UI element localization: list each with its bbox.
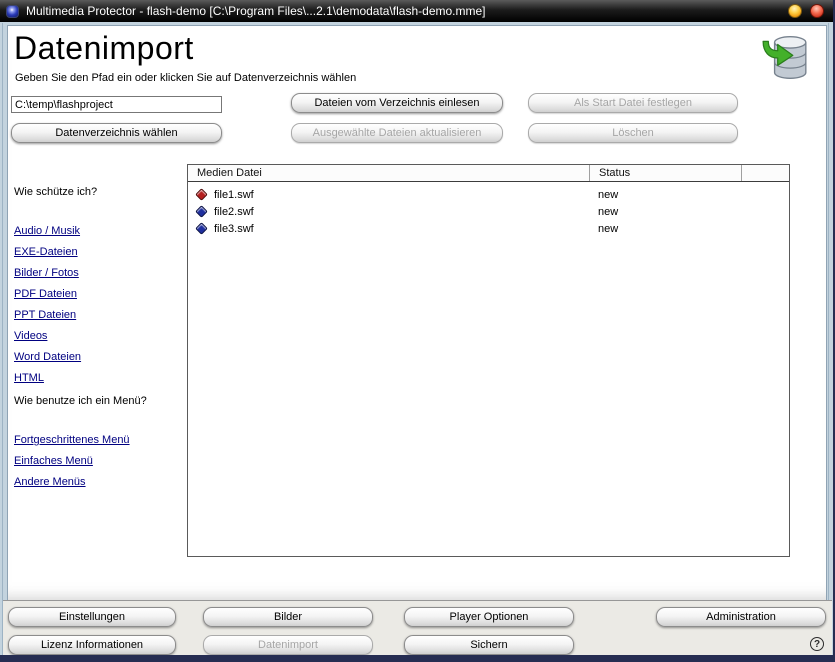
media-file-table: Medien Datei Status file1.swf new file2.… xyxy=(187,164,790,557)
choose-directory-button[interactable]: Datenverzeichnis wählen xyxy=(11,123,222,143)
sidebar-link-audio-musik[interactable]: Audio / Musik xyxy=(14,225,186,237)
sidebar-heading-protect: Wie schütze ich? xyxy=(14,186,98,198)
file-cell: file3.swf xyxy=(188,222,589,235)
table-row[interactable]: file2.swf new xyxy=(188,203,789,220)
status-cell: new xyxy=(598,188,619,201)
column-header-status[interactable]: Status xyxy=(589,165,741,181)
sidebar-link-exe-dateien[interactable]: EXE-Dateien xyxy=(14,246,186,258)
file-name: file2.swf xyxy=(214,205,254,218)
page-subtitle: Geben Sie den Pfad ein oder klicken Sie … xyxy=(15,72,357,84)
window-frame-left xyxy=(2,23,3,655)
sidebar-link-videos[interactable]: Videos xyxy=(14,330,186,342)
file-cell: file2.swf xyxy=(188,205,589,218)
minimize-button[interactable] xyxy=(788,4,802,18)
window-edge-bottom xyxy=(0,655,835,662)
table-header-row: Medien Datei Status xyxy=(188,165,789,182)
sidebar-heading-menu: Wie benutze ich ein Menü? xyxy=(14,395,147,407)
sidebar-link-fortgeschrittenes-menu[interactable]: Fortgeschrittenes Menü xyxy=(14,434,186,446)
titlebar: Multimedia Protector - flash-demo [C:\Pr… xyxy=(0,0,835,22)
app-logo-icon xyxy=(6,4,19,18)
delete-button[interactable]: Löschen xyxy=(528,123,738,143)
license-information-button[interactable]: Lizenz Informationen xyxy=(8,635,176,655)
path-input[interactable] xyxy=(11,96,222,113)
table-body: file1.swf new file2.swf new file3.swf ne… xyxy=(188,182,789,237)
status-cell: new xyxy=(598,205,619,218)
dataimport-button[interactable]: Datenimport xyxy=(203,635,373,655)
help-icon[interactable]: ? xyxy=(810,637,824,651)
column-header-extra[interactable] xyxy=(741,165,789,181)
status-cell: new xyxy=(598,222,619,235)
footer-navigation: Einstellungen Bilder Player Optionen Adm… xyxy=(3,600,832,655)
close-button[interactable] xyxy=(810,4,824,18)
settings-button[interactable]: Einstellungen xyxy=(8,607,176,627)
administration-button[interactable]: Administration xyxy=(656,607,826,627)
column-header-media-file[interactable]: Medien Datei xyxy=(188,165,589,181)
file-name: file3.swf xyxy=(214,222,254,235)
sidebar-link-einfaches-menu[interactable]: Einfaches Menü xyxy=(14,455,186,467)
file-name: file1.swf xyxy=(214,188,254,201)
set-start-file-button[interactable]: Als Start Datei festlegen xyxy=(528,93,738,113)
file-diamond-icon xyxy=(195,205,208,218)
table-row[interactable]: file3.swf new xyxy=(188,220,789,237)
app-window: Multimedia Protector - flash-demo [C:\Pr… xyxy=(0,0,835,662)
file-diamond-icon xyxy=(195,188,208,201)
sidebar-link-word-dateien[interactable]: Word Dateien xyxy=(14,351,186,363)
sidebar-link-bilder-fotos[interactable]: Bilder / Fotos xyxy=(14,267,186,279)
images-button[interactable]: Bilder xyxy=(203,607,373,627)
file-diamond-icon xyxy=(195,222,208,235)
database-import-icon xyxy=(762,35,807,79)
file-cell: file1.swf xyxy=(188,188,589,201)
sidebar-link-ppt-dateien[interactable]: PPT Dateien xyxy=(14,309,186,321)
main-panel: Datenimport Geben Sie den Pfad ein oder … xyxy=(7,25,827,600)
table-row[interactable]: file1.swf new xyxy=(188,186,789,203)
sidebar-link-andere-menus[interactable]: Andere Menüs xyxy=(14,476,186,488)
window-title: Multimedia Protector - flash-demo [C:\Pr… xyxy=(26,4,486,18)
player-options-button[interactable]: Player Optionen xyxy=(404,607,574,627)
sidebar: Wie schütze ich? Audio / Musik EXE-Datei… xyxy=(14,186,186,497)
update-selected-button[interactable]: Ausgewählte Dateien aktualisieren xyxy=(291,123,503,143)
read-files-button[interactable]: Dateien vom Verzeichnis einlesen xyxy=(291,93,503,113)
sidebar-link-pdf-dateien[interactable]: PDF Dateien xyxy=(14,288,186,300)
window-frame-right xyxy=(828,23,829,655)
save-button[interactable]: Sichern xyxy=(404,635,574,655)
sidebar-link-html[interactable]: HTML xyxy=(14,372,186,384)
page-title: Datenimport xyxy=(14,30,194,66)
